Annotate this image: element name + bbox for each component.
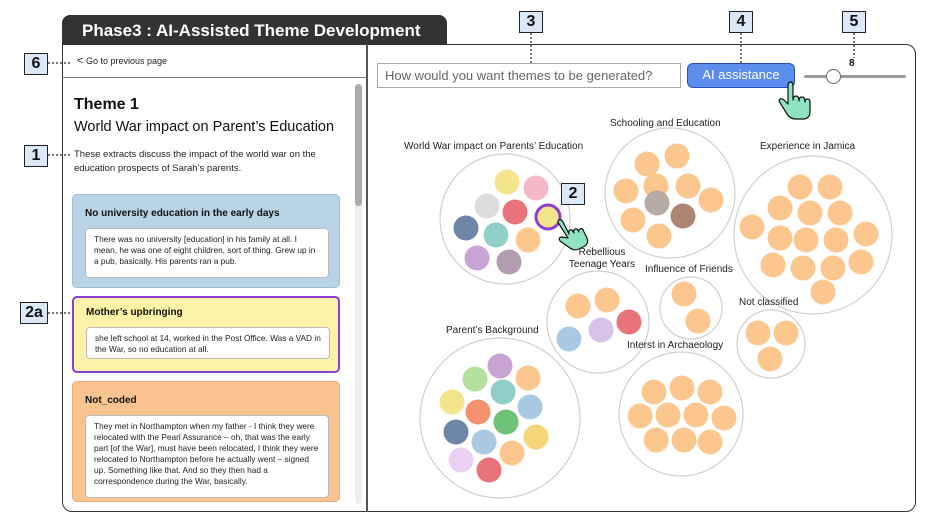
callout-marker-2: 2	[561, 183, 585, 205]
callout-marker-1: 1	[24, 145, 48, 167]
hand-pointer-icon	[557, 219, 589, 251]
callout-marker-6: 6	[24, 53, 48, 75]
cluster-label: Schooling and Education	[610, 118, 721, 129]
code-dot[interactable]	[453, 215, 479, 241]
cluster-label: Interst in Archaeology	[627, 340, 724, 351]
code-dot-selected[interactable]	[534, 203, 562, 231]
cluster-label: Influence of Friends	[645, 264, 733, 275]
code-dot[interactable]	[464, 245, 490, 271]
code-dot[interactable]	[523, 175, 549, 201]
callout-marker-4: 4	[729, 11, 753, 33]
cluster-label: Rebellious Teenage Years	[568, 247, 636, 270]
code-dot[interactable]	[494, 169, 520, 195]
code-dot[interactable]	[502, 199, 528, 225]
callout-marker-2a: 2a	[20, 302, 48, 324]
callout-marker-3: 3	[519, 11, 543, 33]
callout-marker-5: 5	[842, 11, 866, 33]
hand-pointer-icon	[778, 81, 811, 120]
code-dot[interactable]	[496, 249, 522, 275]
cluster-label: World War impact on Parents’ Education	[404, 141, 584, 152]
cluster-label: Not classified	[739, 297, 799, 308]
cluster-label: Experience in Jamica	[760, 141, 856, 152]
code-dot[interactable]	[483, 222, 509, 248]
cluster-map	[48, 33, 893, 499]
code-dot[interactable]	[515, 227, 541, 253]
cluster-label: Parent’s Background	[446, 325, 539, 336]
code-dot[interactable]	[474, 193, 500, 219]
